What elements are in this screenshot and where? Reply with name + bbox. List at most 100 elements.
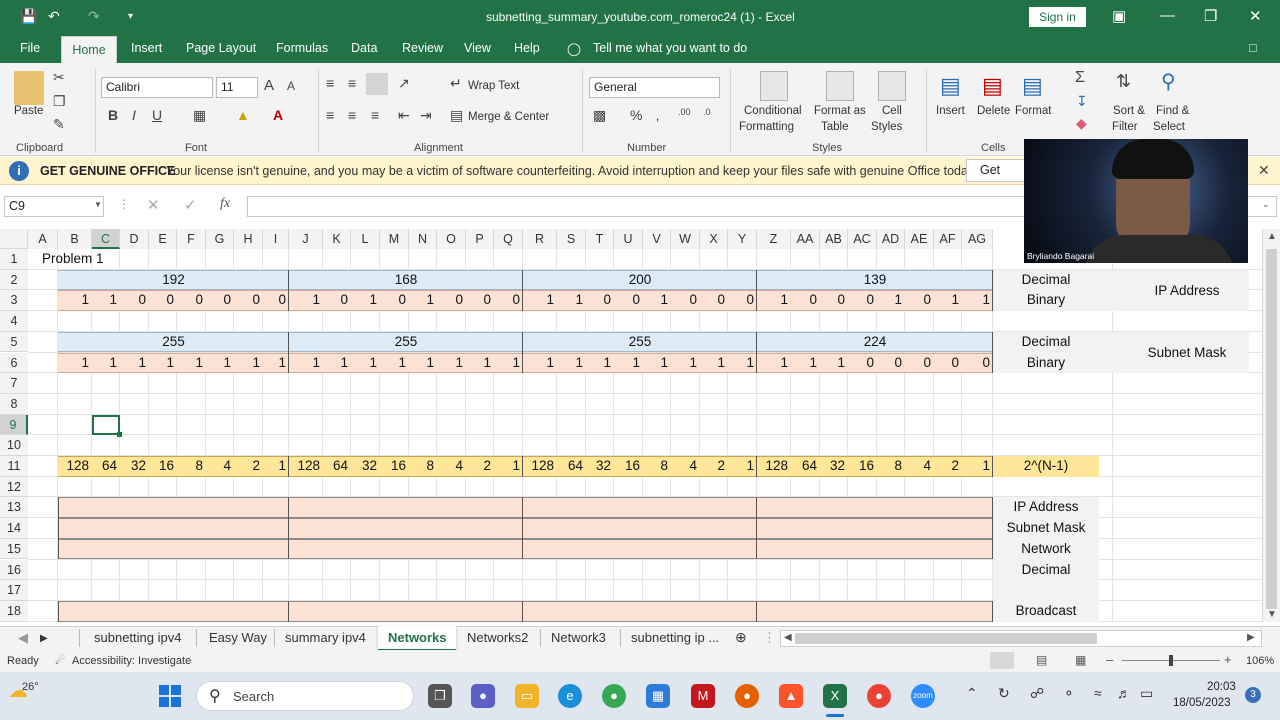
- column-header-Z[interactable]: Z: [757, 229, 791, 249]
- column-header-V[interactable]: V: [643, 229, 671, 249]
- row-header-11[interactable]: 11: [0, 456, 28, 477]
- column-header-L[interactable]: L: [351, 229, 380, 249]
- conditional-formatting-label-2[interactable]: Formatting: [739, 121, 794, 133]
- column-header-T[interactable]: T: [586, 229, 614, 249]
- decrease-decimal-icon[interactable]: .0: [703, 107, 711, 117]
- hscroll-thumb[interactable]: [795, 633, 1097, 644]
- volume-icon[interactable]: ♬: [1117, 685, 1131, 701]
- font-name-box[interactable]: Calibri: [101, 77, 213, 98]
- scroll-up-icon[interactable]: ▲: [1267, 231, 1277, 242]
- fill-color-icon[interactable]: ▲: [236, 107, 250, 123]
- row-header-2[interactable]: 2: [0, 269, 28, 291]
- undo-icon[interactable]: ↶: [48, 8, 60, 25]
- column-header-W[interactable]: W: [671, 229, 700, 249]
- column-header-Y[interactable]: Y: [728, 229, 757, 249]
- cell-styles-label-2[interactable]: Styles: [871, 121, 902, 133]
- tab-formulas[interactable]: Formulas: [276, 41, 328, 55]
- accounting-icon[interactable]: ▩: [593, 107, 606, 124]
- vertical-scrollbar[interactable]: ▲ ▼: [1262, 229, 1280, 622]
- column-header-P[interactable]: P: [466, 229, 494, 249]
- tab-insert[interactable]: Insert: [131, 41, 162, 55]
- selected-cell-C9[interactable]: [92, 414, 120, 436]
- format-as-table-label[interactable]: Format as: [814, 105, 866, 117]
- underline-icon[interactable]: U: [152, 107, 162, 123]
- cell-styles-icon[interactable]: [878, 71, 906, 101]
- column-header-H[interactable]: H: [234, 229, 263, 249]
- row-header-8[interactable]: 8: [0, 393, 28, 415]
- save-icon[interactable]: 💾: [20, 8, 37, 25]
- redo-icon[interactable]: ↷: [88, 8, 100, 25]
- find-select-button[interactable]: Find &: [1156, 105, 1189, 117]
- column-header-AB[interactable]: AB: [820, 229, 848, 249]
- tell-me-search[interactable]: Tell me what you want to do: [593, 41, 747, 55]
- ribbon-display-icon[interactable]: ▣: [1112, 7, 1126, 25]
- tab-scroll-right-icon[interactable]: ▶: [40, 633, 48, 644]
- sheet-tab-subnetting-ip-more[interactable]: subnetting ip ...: [631, 630, 719, 645]
- format-cells-button[interactable]: Format: [1015, 105, 1051, 117]
- edge-icon[interactable]: e: [558, 684, 582, 708]
- format-as-table-icon[interactable]: [826, 71, 854, 101]
- column-header-K[interactable]: K: [323, 229, 351, 249]
- cut-icon[interactable]: ✂: [53, 69, 65, 86]
- column-header-G[interactable]: G: [206, 229, 234, 249]
- delete-cells-button[interactable]: Delete: [977, 105, 1010, 117]
- zoom-slider-thumb[interactable]: [1169, 655, 1173, 666]
- mcafee-icon[interactable]: M: [691, 684, 715, 708]
- sheet-tab-network3[interactable]: Network3: [551, 630, 606, 645]
- autosum-icon[interactable]: Σ: [1075, 69, 1085, 87]
- accessibility-icon[interactable]: ☄: [55, 653, 66, 667]
- normal-view-icon[interactable]: [990, 652, 1014, 669]
- store-icon[interactable]: ▦: [646, 684, 670, 708]
- tab-page-layout[interactable]: Page Layout: [186, 41, 256, 55]
- zoom-app-icon[interactable]: zoom: [911, 684, 935, 708]
- horizontal-scrollbar[interactable]: ◀ ▶: [780, 630, 1262, 647]
- row-header-16[interactable]: 16: [0, 559, 28, 581]
- row-header-17[interactable]: 17: [0, 580, 28, 601]
- row-header-5[interactable]: 5: [0, 331, 28, 353]
- row-header-13[interactable]: 13: [0, 497, 28, 519]
- sort-filter-icon[interactable]: ⇅: [1116, 71, 1131, 92]
- tab-help[interactable]: Help: [514, 41, 540, 55]
- column-header-I[interactable]: I: [263, 229, 289, 249]
- tab-review[interactable]: Review: [402, 41, 443, 55]
- expand-formula-icon[interactable]: ⌄: [1262, 199, 1270, 210]
- sort-filter-label-2[interactable]: Filter: [1112, 121, 1138, 133]
- italic-icon[interactable]: I: [132, 107, 136, 123]
- chrome-app-icon[interactable]: ●: [602, 684, 626, 708]
- paste-button[interactable]: Paste: [14, 105, 43, 117]
- sheet-tab-summary-ipv4[interactable]: summary ipv4: [285, 630, 366, 645]
- row-header-18[interactable]: 18: [0, 600, 28, 622]
- close-icon[interactable]: ✕: [1249, 7, 1262, 25]
- weather-temp[interactable]: 26°: [22, 681, 39, 693]
- cancel-formula-icon[interactable]: ✕: [147, 196, 160, 214]
- column-header-O[interactable]: O: [437, 229, 466, 249]
- sheet-tab-networks[interactable]: Networks: [378, 626, 456, 651]
- format-as-table-label-2[interactable]: Table: [821, 121, 849, 133]
- insert-cells-button[interactable]: Insert: [936, 105, 965, 117]
- column-header-AF[interactable]: AF: [934, 229, 962, 249]
- column-header-R[interactable]: R: [523, 229, 557, 249]
- number-format-box[interactable]: General: [589, 77, 720, 98]
- clock-date[interactable]: 18/05/2023: [1173, 697, 1231, 709]
- row-header-1[interactable]: 1: [0, 249, 28, 270]
- align-top-icon[interactable]: ≡: [326, 75, 334, 91]
- align-middle-icon[interactable]: ≡: [348, 75, 356, 91]
- sheet-tab-easy-way[interactable]: Easy Way: [209, 630, 267, 645]
- row-header-14[interactable]: 14: [0, 518, 28, 539]
- row-header-15[interactable]: 15: [0, 538, 28, 560]
- merge-icon[interactable]: ▤: [450, 107, 463, 124]
- page-break-view-icon[interactable]: ▦: [1075, 653, 1086, 667]
- align-bottom-icon[interactable]: [366, 73, 388, 95]
- column-header-AA[interactable]: AA: [791, 229, 820, 249]
- wrap-text-button[interactable]: Wrap Text: [468, 80, 519, 92]
- cell-styles-label[interactable]: Cell: [882, 105, 902, 117]
- delete-cells-icon[interactable]: ▤: [982, 73, 1003, 99]
- clock-time[interactable]: 20:03: [1207, 681, 1236, 693]
- sort-filter-button[interactable]: Sort &: [1113, 105, 1145, 117]
- name-box[interactable]: C9: [4, 196, 104, 217]
- row-header-10[interactable]: 10: [0, 435, 28, 456]
- comments-icon[interactable]: □: [1249, 41, 1257, 55]
- teams-chat-icon[interactable]: ●: [471, 684, 495, 708]
- taskbar-search[interactable]: ⚲ Search: [196, 681, 414, 711]
- find-select-label-2[interactable]: Select: [1153, 121, 1185, 133]
